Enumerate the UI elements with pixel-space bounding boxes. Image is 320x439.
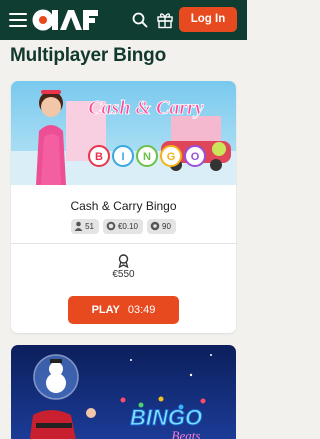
players-count: 51: [85, 222, 94, 231]
banner-logo-subtext: Beats: [172, 428, 201, 439]
bingo-ball-icon: [150, 221, 160, 231]
game-card[interactable]: Cash & Carry B I N G O Cash & Carry Bing…: [11, 81, 236, 333]
players-chip: 51: [71, 219, 99, 234]
svg-text:O: O: [191, 151, 200, 163]
paf-logo[interactable]: [31, 7, 99, 33]
game-banner-image[interactable]: BINGO Beats: [11, 345, 236, 439]
ticket-price: €0.10: [117, 222, 139, 231]
player-icon: [74, 221, 83, 231]
banner-logo-text: Cash & Carry: [88, 97, 204, 119]
play-button[interactable]: PLAY 03:49: [68, 296, 179, 324]
page-title: Multiplayer Bingo: [10, 45, 166, 66]
svg-text:B: B: [95, 151, 103, 163]
game-banner-image[interactable]: Cash & Carry B I N G O: [11, 81, 236, 185]
top-bar: Log In: [0, 0, 247, 40]
ticket-price-chip: €0.10: [102, 219, 144, 234]
balls-count: 90: [162, 222, 171, 231]
search-icon[interactable]: [131, 10, 149, 30]
svg-text:N: N: [143, 151, 151, 163]
game-title: Cash & Carry Bingo: [70, 199, 177, 213]
countdown-timer: 03:49: [127, 304, 156, 316]
svg-text:I: I: [121, 151, 124, 163]
banner-logo-text: BINGO: [130, 405, 202, 430]
divider: [11, 243, 236, 244]
game-card[interactable]: BINGO Beats: [11, 345, 236, 439]
balls-chip: 90: [147, 219, 176, 234]
game-stats: 51 €0.10 90: [11, 219, 236, 234]
svg-text:G: G: [167, 151, 176, 163]
coin-icon: [106, 221, 116, 231]
menu-icon[interactable]: [9, 13, 27, 27]
play-label: PLAY: [91, 304, 120, 316]
gift-icon[interactable]: [156, 10, 174, 30]
login-button[interactable]: Log In: [179, 7, 237, 32]
award-icon: [118, 254, 129, 268]
jackpot-amount: €550: [112, 269, 135, 280]
